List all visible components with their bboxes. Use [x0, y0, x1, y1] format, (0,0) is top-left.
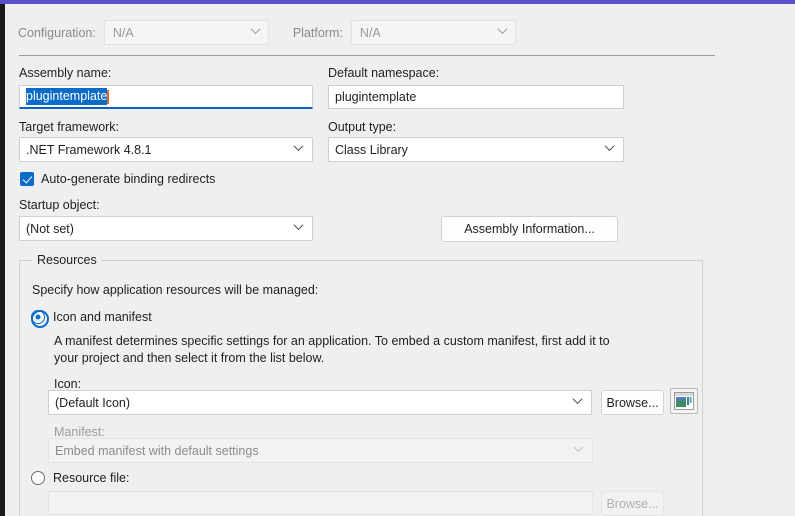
icon-browse-button[interactable]: Browse...: [601, 390, 664, 415]
auto-generate-binding-redirects-label: Auto-generate binding redirects: [41, 172, 216, 186]
target-framework-value: .NET Framework 4.8.1: [26, 142, 152, 157]
chevron-down-icon: [295, 223, 304, 232]
platform-dropdown[interactable]: N/A: [350, 20, 516, 45]
assembly-name-input[interactable]: plugintemplate: [19, 85, 313, 109]
resource-file-label: Resource file:: [53, 471, 130, 485]
resources-description: Specify how application resources will b…: [32, 283, 319, 297]
manifest-label: Manifest:: [54, 425, 105, 439]
chevron-down-icon: [575, 445, 584, 454]
platform-label: Platform:: [292, 25, 343, 40]
resource-file-input[interactable]: [48, 491, 593, 515]
configuration-label: Configuration:: [18, 25, 96, 40]
icon-value: (Default Icon): [55, 395, 131, 410]
resources-group-title: Resources: [32, 253, 102, 267]
icon-browse-button-label: Browse...: [606, 395, 659, 410]
target-framework-label: Target framework:: [19, 120, 120, 134]
icon-label: Icon:: [54, 377, 82, 391]
properties-page-body: Configuration: N/A Platform: N/A Assembl…: [5, 4, 795, 516]
startup-object-dropdown[interactable]: (Not set): [19, 216, 313, 241]
chevron-down-icon: [295, 144, 304, 153]
assembly-name-value: plugintemplate: [26, 88, 108, 105]
icon-and-manifest-radio-row[interactable]: Icon and manifest: [31, 310, 152, 328]
resource-file-radio[interactable]: [31, 471, 45, 485]
configuration-dropdown[interactable]: N/A: [103, 20, 269, 45]
configuration-bar: Configuration: N/A Platform: N/A: [18, 20, 516, 45]
output-type-value: Class Library: [335, 142, 408, 157]
default-namespace-label: Default namespace:: [328, 66, 440, 80]
output-type-label: Output type:: [328, 120, 397, 134]
default-application-icon[interactable]: [670, 388, 698, 414]
target-framework-dropdown[interactable]: .NET Framework 4.8.1: [19, 137, 313, 162]
startup-object-label: Startup object:: [19, 198, 100, 212]
text-caret: [107, 89, 109, 104]
chevron-down-icon: [606, 144, 615, 153]
default-namespace-value: plugintemplate: [335, 90, 417, 104]
chevron-down-icon: [252, 27, 261, 36]
icon-and-manifest-label: Icon and manifest: [53, 310, 152, 324]
icon-preview-glyph: [674, 392, 694, 410]
resource-file-browse-button[interactable]: Browse...: [601, 491, 664, 516]
default-namespace-input[interactable]: plugintemplate: [328, 85, 624, 109]
section-divider: [19, 55, 715, 56]
startup-object-value: (Not set): [26, 221, 74, 236]
icon-dropdown[interactable]: (Default Icon): [48, 390, 592, 415]
configuration-value: N/A: [112, 25, 134, 40]
auto-generate-binding-redirects-checkbox[interactable]: [20, 172, 34, 186]
output-type-dropdown[interactable]: Class Library: [328, 137, 624, 162]
resource-file-radio-row[interactable]: Resource file:: [31, 471, 129, 485]
project-properties-application-page: Configuration: N/A Platform: N/A Assembl…: [0, 0, 795, 516]
manifest-help-line-1: A manifest determines specific settings …: [54, 334, 610, 348]
resource-file-browse-button-label: Browse...: [606, 496, 659, 511]
assembly-name-label: Assembly name:: [19, 66, 112, 80]
platform-value: N/A: [359, 25, 381, 40]
assembly-information-button-label: Assembly Information...: [464, 222, 595, 236]
manifest-value: Embed manifest with default settings: [55, 443, 259, 458]
icon-and-manifest-radio[interactable]: [31, 310, 49, 328]
auto-generate-binding-redirects-row[interactable]: Auto-generate binding redirects: [20, 172, 215, 186]
chevron-down-icon: [574, 397, 583, 406]
manifest-help-line-2: your project and then select it from the…: [54, 351, 325, 365]
chevron-down-icon: [499, 27, 508, 36]
assembly-information-button[interactable]: Assembly Information...: [441, 216, 618, 242]
manifest-dropdown[interactable]: Embed manifest with default settings: [48, 438, 593, 463]
